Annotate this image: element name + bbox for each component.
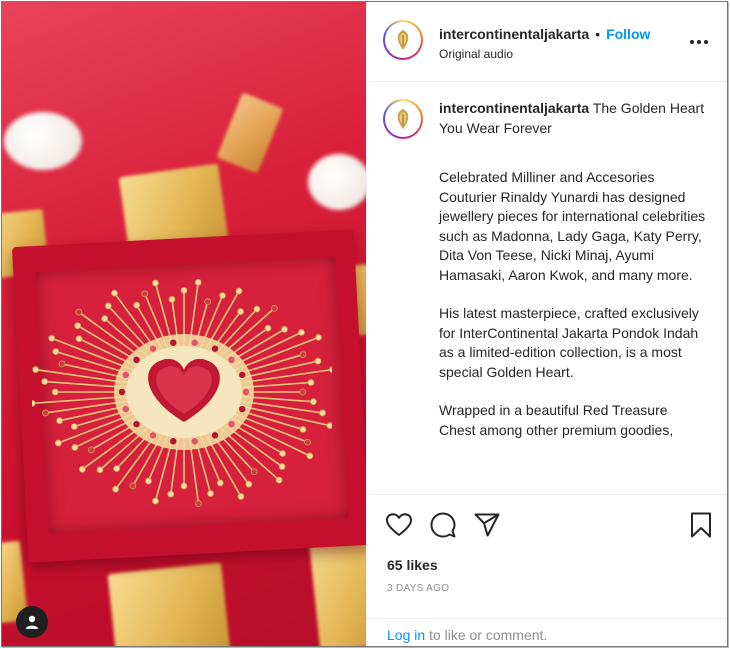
login-bar: Log in to like or comment. — [367, 618, 727, 646]
tagged-user-button[interactable] — [16, 606, 48, 638]
save-button[interactable] — [687, 511, 715, 539]
separator-dot: • — [595, 26, 601, 42]
like-button[interactable] — [385, 511, 413, 539]
login-prompt-text: to like or comment. — [425, 627, 548, 643]
gold-bar — [216, 92, 284, 174]
login-link[interactable]: Log in — [387, 627, 425, 643]
more-options-icon[interactable] — [689, 30, 709, 48]
follow-button[interactable]: Follow — [606, 26, 650, 42]
post-timestamp[interactable]: 3 DAYS AGO — [387, 583, 449, 594]
post-header: intercontinentaljakarta • Follow Original … — [367, 2, 727, 82]
audio-link[interactable]: Original audio — [439, 47, 513, 61]
caption-paragraph: His latest masterpiece, crafted exclusiv… — [439, 305, 703, 380]
user-icon — [26, 615, 38, 629]
golden-heart-brooch — [32, 278, 332, 507]
avatar[interactable] — [383, 20, 423, 60]
caption-username-link[interactable]: intercontinentaljakarta — [439, 100, 589, 116]
comment-icon — [430, 512, 456, 538]
post-side-panel: intercontinentaljakarta • Follow Original … — [366, 2, 727, 646]
pearl-decoration — [4, 112, 82, 170]
caption-text: intercontinentaljakarta The Golden Heart… — [439, 99, 707, 440]
post-media[interactable] — [2, 2, 366, 646]
caption-paragraph: Celebrated Milliner and Accesories Coutu… — [439, 169, 710, 283]
login-prompt: Log in to like or comment. — [387, 627, 547, 643]
caption-paragraph: Wrapped in a beautiful Red Treasure Ches… — [439, 402, 674, 438]
caption-scroll-area[interactable]: intercontinentaljakarta The Golden Heart… — [367, 83, 727, 494]
instagram-post: intercontinentaljakarta • Follow Original … — [1, 1, 728, 647]
pearl-decoration — [308, 154, 366, 210]
intercontinental-logo-icon — [397, 30, 409, 50]
intercontinental-logo-icon — [397, 109, 409, 129]
comment-button[interactable] — [429, 511, 457, 539]
caption-avatar[interactable] — [383, 99, 423, 139]
post-actions: 65 likes 3 DAYS AGO — [367, 494, 727, 618]
share-icon — [474, 513, 500, 537]
username-link[interactable]: intercontinentaljakarta — [439, 26, 589, 42]
share-button[interactable] — [473, 511, 501, 539]
gold-bar — [107, 562, 231, 646]
heart-icon — [386, 513, 412, 536]
likes-count[interactable]: 65 likes — [387, 557, 438, 573]
bookmark-icon — [691, 512, 711, 538]
